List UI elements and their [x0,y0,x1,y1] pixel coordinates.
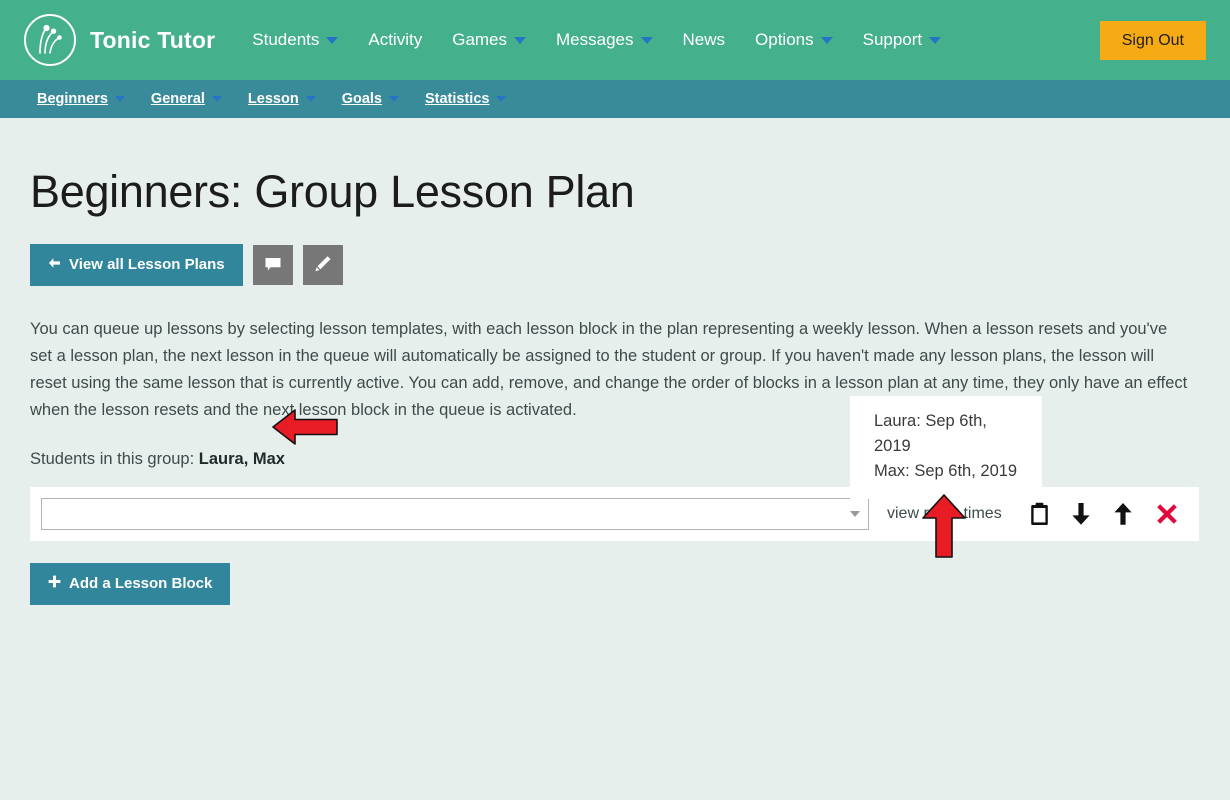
chevron-down-icon [929,37,941,44]
chevron-down-icon [641,37,653,44]
reset-time-line: Laura: Sep 6th, 2019 [874,409,1026,459]
reset-times-tooltip: Laura: Sep 6th, 2019 Max: Sep 6th, 2019 [850,396,1042,499]
chevron-down-icon [514,37,526,44]
speech-bubble-icon [263,254,283,277]
edit-button[interactable] [303,245,343,285]
subnav-item-statistics[interactable]: Statistics [412,85,519,113]
chevron-down-icon [115,96,125,102]
add-lesson-block-button[interactable]: Add a Lesson Block [30,563,230,605]
comments-button[interactable] [253,245,293,285]
lesson-block-row-icons [1030,502,1179,526]
lesson-template-select[interactable] [41,498,869,530]
nav-label: Students [252,30,319,50]
subnav-label: Lesson [248,91,299,107]
chevron-down-icon [496,96,506,102]
chevron-down-icon [821,37,833,44]
students-names: Laura, Max [199,450,285,468]
subnav-item-general[interactable]: General [138,85,235,113]
nav-label: Options [755,30,814,50]
chevron-down-icon [850,511,860,517]
pencil-icon [313,254,333,277]
sign-out-button[interactable]: Sign Out [1100,21,1206,60]
nav-label: Messages [556,30,633,50]
nav-item-messages[interactable]: Messages [541,22,667,58]
reset-time-line: Max: Sep 6th, 2019 [874,459,1026,484]
chevron-down-icon [306,96,316,102]
plus-icon [48,575,61,593]
nav-item-students[interactable]: Students [237,22,353,58]
nav-item-options[interactable]: Options [740,22,848,58]
view-reset-times-link[interactable]: view reset times [887,505,1002,523]
arrow-up-icon[interactable] [1113,502,1133,526]
nav-label: Games [452,30,507,50]
page-title: Beginners: Group Lesson Plan [30,166,1200,218]
add-lesson-block-label: Add a Lesson Block [69,575,212,593]
view-all-lesson-plans-button[interactable]: View all Lesson Plans [30,244,243,286]
chevron-down-icon [212,96,222,102]
subnav-label: General [151,91,205,107]
students-label: Students in this group: [30,450,194,468]
delete-x-icon[interactable] [1155,502,1179,526]
subnav-item-goals[interactable]: Goals [329,85,412,113]
clipboard-icon[interactable] [1030,502,1049,526]
main-content: Beginners: Group Lesson Plan View all Le… [0,166,1230,605]
subnav-item-lesson[interactable]: Lesson [235,85,329,113]
nav-item-activity[interactable]: Activity [353,22,437,58]
chevron-down-icon [326,37,338,44]
nav-item-games[interactable]: Games [437,22,541,58]
subnav-label: Goals [342,91,382,107]
top-navigation-bar: Tonic Tutor Students Activity Games Mess… [0,0,1230,80]
subnav-label: Statistics [425,91,489,107]
brand-home-link[interactable]: Tonic Tutor [24,14,215,66]
brand-name: Tonic Tutor [90,27,215,54]
top-nav-items: Students Activity Games Messages News Op… [237,22,956,58]
nav-item-news[interactable]: News [668,22,741,58]
page-action-buttons: View all Lesson Plans [30,244,1200,286]
arrow-left-icon [48,256,61,274]
nav-label: Activity [368,30,422,50]
nav-label: Support [863,30,923,50]
subnav-item-beginners[interactable]: Beginners [24,85,138,113]
tonic-logo-icon [24,14,76,66]
subnav-label: Beginners [37,91,108,107]
nav-label: News [683,30,726,50]
sub-navigation-bar: Beginners General Lesson Goals Statistic… [0,80,1230,118]
nav-item-support[interactable]: Support [848,22,957,58]
arrow-down-icon[interactable] [1071,502,1091,526]
chevron-down-icon [389,96,399,102]
view-all-lesson-plans-label: View all Lesson Plans [69,256,225,274]
